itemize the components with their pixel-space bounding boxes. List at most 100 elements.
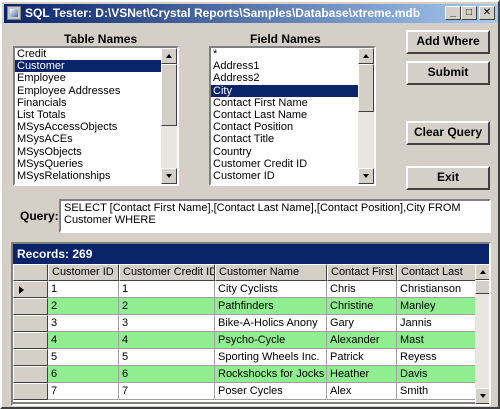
scroll-up-button[interactable]: [161, 48, 177, 64]
table-cell[interactable]: 2: [119, 298, 215, 315]
row-header[interactable]: [13, 349, 48, 366]
clear-query-button[interactable]: Clear Query: [406, 121, 490, 145]
table-cell[interactable]: Jannis: [397, 315, 475, 332]
table-cell[interactable]: Gary: [327, 315, 397, 332]
field-name-item[interactable]: Customer Credit ID: [211, 158, 358, 170]
table-cell[interactable]: 1: [48, 281, 119, 298]
table-name-item[interactable]: MSysObjects: [15, 146, 161, 158]
table-name-item[interactable]: MSysACEs: [15, 133, 161, 145]
table-cell[interactable]: 1: [119, 281, 215, 298]
scroll-down-button[interactable]: [161, 168, 177, 184]
column-header[interactable]: Customer Name: [215, 264, 327, 281]
table-row[interactable]: 4 4 Psycho-Cycle Alexander Mast: [13, 332, 475, 349]
table-cell[interactable]: 5: [119, 349, 215, 366]
table-name-item[interactable]: List Totals: [15, 109, 161, 121]
maximize-button[interactable]: □: [461, 6, 477, 20]
scroll-thumb[interactable]: [475, 280, 489, 294]
table-cell[interactable]: Pathfinders: [215, 298, 327, 315]
table-cell[interactable]: Christianson: [397, 281, 475, 298]
table-cell[interactable]: Smith: [397, 383, 475, 400]
table-cell[interactable]: 7: [119, 383, 215, 400]
field-name-item[interactable]: Customer ID: [211, 170, 358, 182]
table-cell[interactable]: Poser Cycles: [215, 383, 327, 400]
table-cell[interactable]: Reyess: [397, 349, 475, 366]
table-cell[interactable]: Chris: [327, 281, 397, 298]
table-name-item[interactable]: Financials: [15, 97, 161, 109]
add-where-button[interactable]: Add Where: [406, 30, 490, 54]
field-name-item[interactable]: Contact Last Name: [211, 109, 358, 121]
table-cell[interactable]: Manley: [397, 298, 475, 315]
table-row[interactable]: 2 2 Pathfinders Christine Manley: [13, 298, 475, 315]
table-row[interactable]: 3 3 Bike-A-Holics Anony Gary Jannis: [13, 315, 475, 332]
table-cell[interactable]: City Cyclists: [215, 281, 327, 298]
scroll-down-button[interactable]: [475, 388, 489, 404]
row-header[interactable]: [13, 383, 48, 400]
table-name-item[interactable]: Employee Addresses: [15, 85, 161, 97]
table-names-listbox[interactable]: Credit Customer Employee Employee Addresses…: [13, 46, 179, 186]
table-cell[interactable]: 4: [119, 332, 215, 349]
table-cell[interactable]: 6: [119, 366, 215, 383]
row-header[interactable]: [13, 332, 48, 349]
table-cell[interactable]: Alex: [327, 383, 397, 400]
table-name-item[interactable]: Employee: [15, 72, 161, 84]
field-name-item[interactable]: Contact Title: [211, 133, 358, 145]
field-name-item[interactable]: City: [211, 84, 358, 97]
table-cell[interactable]: 2: [48, 298, 119, 315]
scroll-thumb[interactable]: [358, 64, 374, 112]
field-name-item[interactable]: Address2: [211, 72, 358, 84]
field-list-scrollbar[interactable]: [358, 48, 374, 184]
table-cell[interactable]: Davis: [397, 366, 475, 383]
table-row[interactable]: 5 5 Sporting Wheels Inc. Patrick Reyess: [13, 349, 475, 366]
row-header[interactable]: [13, 315, 48, 332]
minimize-button[interactable]: _: [445, 6, 461, 20]
table-row[interactable]: 1 1 City Cyclists Chris Christianson: [13, 281, 475, 298]
field-name-item[interactable]: Contact First Name: [211, 97, 358, 109]
field-names-listbox[interactable]: * Address1 Address2 City Contact First Name C…: [209, 46, 376, 186]
grid-scrollbar[interactable]: [475, 264, 489, 404]
table-name-item[interactable]: Customer: [15, 60, 161, 73]
table-cell[interactable]: Patrick: [327, 349, 397, 366]
table-cell[interactable]: Alexander: [327, 332, 397, 349]
column-header[interactable]: Customer ID: [48, 264, 119, 281]
row-header[interactable]: [13, 366, 48, 383]
field-name-item[interactable]: *: [211, 48, 358, 60]
table-cell[interactable]: Sporting Wheels Inc.: [215, 349, 327, 366]
scroll-up-button[interactable]: [358, 48, 374, 64]
field-name-item[interactable]: Contact Position: [211, 121, 358, 133]
table-cell[interactable]: 4: [48, 332, 119, 349]
table-cell[interactable]: 3: [48, 315, 119, 332]
table-cell[interactable]: Rockshocks for Jocks: [215, 366, 327, 383]
query-textbox[interactable]: SELECT [Contact First Name],[Contact Las…: [59, 199, 491, 233]
table-cell[interactable]: Mast: [397, 332, 475, 349]
table-cell[interactable]: Psycho-Cycle: [215, 332, 327, 349]
table-name-item[interactable]: MSysQueries: [15, 158, 161, 170]
table-name-item[interactable]: Credit: [15, 48, 161, 60]
row-header[interactable]: [13, 298, 48, 315]
records-grid[interactable]: Records: 269 Customer ID Customer Credit …: [11, 242, 491, 406]
column-header[interactable]: Customer Credit ID: [119, 264, 215, 281]
scroll-thumb[interactable]: [161, 64, 177, 126]
grid-corner-header[interactable]: [13, 264, 48, 281]
table-cell[interactable]: 6: [48, 366, 119, 383]
table-cell[interactable]: Christine: [327, 298, 397, 315]
table-cell[interactable]: 3: [119, 315, 215, 332]
table-row[interactable]: 7 7 Poser Cycles Alex Smith: [13, 383, 475, 400]
row-header[interactable]: [13, 281, 48, 298]
table-name-item[interactable]: MSysRelationships: [15, 170, 161, 182]
table-cell[interactable]: Bike-A-Holics Anony: [215, 315, 327, 332]
submit-button[interactable]: Submit: [406, 61, 490, 85]
scroll-down-button[interactable]: [358, 168, 374, 184]
field-name-item[interactable]: Address1: [211, 60, 358, 72]
exit-button[interactable]: Exit: [406, 166, 490, 190]
field-name-item[interactable]: Country: [211, 146, 358, 158]
table-list-scrollbar[interactable]: [161, 48, 177, 184]
scroll-up-button[interactable]: [475, 264, 489, 280]
column-header[interactable]: Contact First: [327, 264, 397, 281]
table-cell[interactable]: Heather: [327, 366, 397, 383]
table-cell[interactable]: 5: [48, 349, 119, 366]
table-cell[interactable]: 7: [48, 383, 119, 400]
table-name-item[interactable]: MSysAccessObjects: [15, 121, 161, 133]
close-button[interactable]: ✕: [479, 6, 495, 20]
column-header[interactable]: Contact Last: [397, 264, 475, 281]
table-row[interactable]: 6 6 Rockshocks for Jocks Heather Davis: [13, 366, 475, 383]
